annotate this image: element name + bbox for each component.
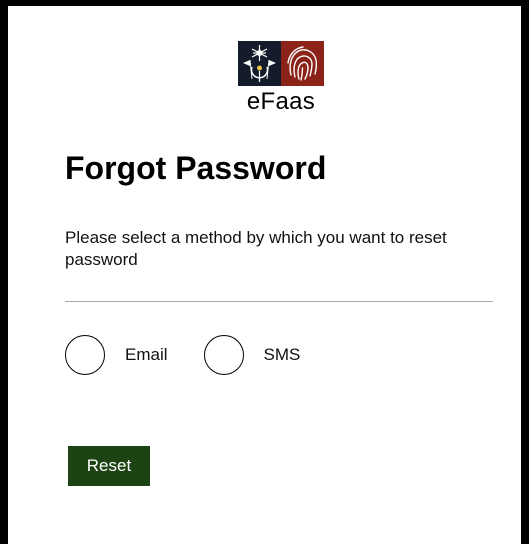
radio-option-sms[interactable]: SMS bbox=[203, 335, 301, 375]
reset-method-radio-group: Email SMS bbox=[65, 334, 300, 376]
divider bbox=[65, 301, 493, 302]
page-title: Forgot Password bbox=[65, 150, 327, 186]
efaas-logo: eFaas bbox=[229, 41, 333, 116]
radio-email-label[interactable]: Email bbox=[125, 345, 168, 365]
radio-sms-label[interactable]: SMS bbox=[264, 345, 301, 365]
radio-email[interactable] bbox=[65, 335, 105, 375]
logo-emblem bbox=[229, 41, 333, 86]
state-emblem-icon bbox=[238, 41, 281, 86]
radio-sms[interactable] bbox=[203, 335, 244, 375]
forgot-password-card: eFaas Forgot Password Please select a me… bbox=[8, 6, 521, 544]
reset-button[interactable]: Reset bbox=[68, 446, 150, 486]
fingerprint-icon bbox=[281, 41, 324, 86]
radio-option-email[interactable]: Email bbox=[65, 335, 168, 375]
method-instructions: Please select a method by which you want… bbox=[65, 228, 447, 269]
logo-text: eFaas bbox=[246, 88, 316, 115]
